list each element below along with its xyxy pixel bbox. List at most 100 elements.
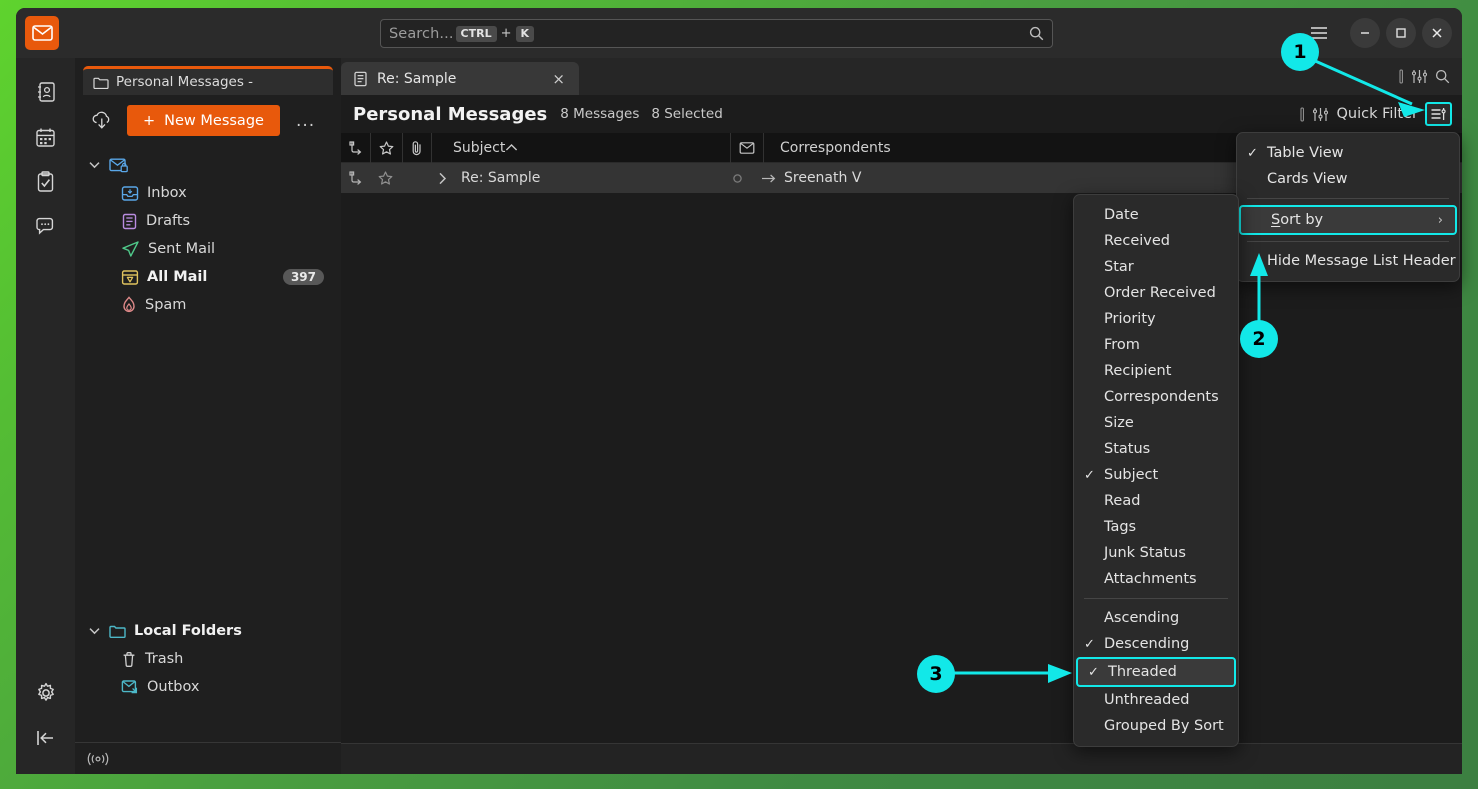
column-header-correspondents[interactable]: Correspondents — [764, 133, 1272, 163]
menu-item-recipient[interactable]: Recipient — [1074, 358, 1238, 384]
filter-sliders-icon[interactable] — [1312, 107, 1329, 122]
quick-filter-block: Quick Filter — [1299, 102, 1452, 126]
menu-item-label: Threaded — [1108, 664, 1177, 680]
menu-item-subject[interactable]: ✓Subject — [1074, 462, 1238, 488]
get-messages-cloud-download-icon[interactable] — [87, 106, 117, 136]
quick-filter-label[interactable]: Quick Filter — [1336, 106, 1418, 122]
vertical-bar-icon — [1398, 69, 1404, 84]
menu-item-label: Grouped By Sort — [1104, 718, 1224, 734]
menu-item-correspondents[interactable]: Correspondents — [1074, 384, 1238, 410]
menu-separator — [1247, 241, 1449, 242]
search-icon[interactable] — [1029, 26, 1044, 41]
folder-pane-tab-label: Personal Messages - — [116, 74, 253, 90]
title-bar: Search... CTRL + K — [16, 8, 1462, 58]
message-icon — [353, 71, 368, 87]
vertical-bar-icon — [1299, 107, 1305, 122]
tabbar-right-icons — [1398, 58, 1462, 95]
account-row[interactable] — [75, 151, 341, 179]
close-icon[interactable]: × — [548, 70, 569, 88]
page-title: Personal Messages — [353, 104, 547, 125]
menu-item-sort-by[interactable]: SSort byort by › — [1239, 205, 1457, 235]
chevron-right-icon[interactable] — [433, 172, 451, 185]
folder-pane-tab[interactable]: Personal Messages - — [83, 66, 333, 95]
search-shortcut-plus: + — [501, 26, 512, 41]
row-correspondents-label: Sreenath V — [784, 170, 861, 186]
trash-icon — [121, 651, 137, 668]
sidebar-item-all-mail[interactable]: All Mail 397 — [75, 263, 341, 291]
menu-item-threaded[interactable]: ✓Threaded — [1076, 657, 1236, 687]
menu-item-label: SSort byort by — [1271, 212, 1323, 228]
column-header-subject[interactable]: Subject — [432, 133, 731, 163]
search-icon[interactable] — [1435, 69, 1450, 84]
menu-item-date[interactable]: Date — [1074, 202, 1238, 228]
close-icon[interactable] — [1422, 18, 1452, 48]
sidebar-item-spam[interactable]: Spam — [75, 291, 341, 319]
settings-gear-icon[interactable] — [28, 675, 64, 711]
menu-item-unthreaded[interactable]: Unthreaded — [1074, 687, 1238, 713]
menu-item-read[interactable]: Read — [1074, 488, 1238, 514]
application-window: Search... CTRL + K — [16, 8, 1462, 774]
menu-item-grouped-by-sort[interactable]: Grouped By Sort — [1074, 713, 1238, 739]
folder-pane-more-button[interactable]: ... — [290, 114, 321, 128]
sidebar-item-sent-mail[interactable]: Sent Mail — [75, 235, 341, 263]
search-shortcut-ctrl: CTRL — [456, 26, 497, 42]
chevron-down-icon[interactable] — [87, 627, 101, 635]
outbox-icon — [121, 679, 139, 695]
star-outline-icon[interactable] — [370, 163, 401, 193]
mail-account-secure-icon — [109, 157, 129, 173]
column-header-star[interactable] — [371, 133, 403, 163]
new-message-button[interactable]: + New Message — [127, 105, 280, 136]
menu-item-received[interactable]: Received — [1074, 228, 1238, 254]
menu-item-size[interactable]: Size — [1074, 410, 1238, 436]
maximize-icon[interactable] — [1386, 18, 1416, 48]
calendar-icon[interactable] — [28, 119, 64, 155]
menu-item-star[interactable]: Star — [1074, 254, 1238, 280]
column-header-correspondents-label: Correspondents — [780, 140, 891, 156]
sidebar-item-label: Spam — [145, 297, 186, 313]
row-subject-cell[interactable]: Re: Sample — [425, 163, 724, 193]
menu-item-priority[interactable]: Priority — [1074, 306, 1238, 332]
sidebar-item-local-folders[interactable]: Local Folders — [75, 617, 341, 645]
chat-bubble-icon[interactable] — [28, 209, 64, 245]
folder-pane-status-strip — [75, 742, 341, 774]
message-list-display-options-icon[interactable] — [1425, 102, 1452, 126]
menu-item-status[interactable]: Status — [1074, 436, 1238, 462]
compose-toolbar: + New Message ... — [75, 95, 341, 142]
sidebar-item-label: All Mail — [147, 269, 207, 285]
row-thread-icon[interactable] — [341, 163, 370, 193]
menu-item-from[interactable]: From — [1074, 332, 1238, 358]
menu-item-descending[interactable]: ✓Descending — [1074, 631, 1238, 657]
menu-item-hide-message-list-header[interactable]: Hide Message List Header — [1237, 248, 1459, 274]
menu-item-table-view[interactable]: ✓ Table View — [1237, 140, 1459, 166]
sidebar-item-drafts[interactable]: Drafts — [75, 207, 341, 235]
menu-item-attachments[interactable]: Attachments — [1074, 566, 1238, 592]
folder-icon — [93, 76, 109, 89]
collapse-pane-icon[interactable] — [28, 720, 64, 756]
menu-item-tags[interactable]: Tags — [1074, 514, 1238, 540]
minimize-icon[interactable] — [1350, 18, 1380, 48]
column-header-thread[interactable] — [341, 133, 371, 163]
menu-item-ascending[interactable]: Ascending — [1074, 605, 1238, 631]
app-rail — [16, 58, 75, 774]
column-header-attachment[interactable] — [403, 133, 432, 163]
address-book-icon[interactable] — [28, 74, 64, 110]
menu-item-label: Tags — [1104, 519, 1136, 535]
column-header-unread[interactable] — [731, 133, 764, 163]
search-input[interactable]: Search... CTRL + K — [380, 19, 1053, 48]
menu-item-junk-status[interactable]: Junk Status — [1074, 540, 1238, 566]
sidebar-item-inbox[interactable]: Inbox — [75, 179, 341, 207]
sidebar-item-trash[interactable]: Trash — [75, 645, 341, 673]
filter-sliders-icon[interactable] — [1411, 69, 1428, 84]
chevron-down-icon[interactable] — [87, 161, 101, 169]
sidebar-item-label: Outbox — [147, 679, 200, 695]
menu-item-label: Star — [1104, 259, 1134, 275]
main-bottom-strip — [341, 743, 1462, 774]
sidebar-item-outbox[interactable]: Outbox — [75, 673, 341, 701]
menu-item-label: Cards View — [1267, 171, 1348, 187]
menu-item-order-received[interactable]: Order Received — [1074, 280, 1238, 306]
menu-item-cards-view[interactable]: Cards View — [1237, 166, 1459, 192]
all-mail-archive-icon — [121, 269, 139, 286]
menu-item-label: Received — [1104, 233, 1170, 249]
tasks-clipboard-icon[interactable] — [28, 164, 64, 200]
tab-re-sample[interactable]: Re: Sample × — [341, 62, 579, 95]
